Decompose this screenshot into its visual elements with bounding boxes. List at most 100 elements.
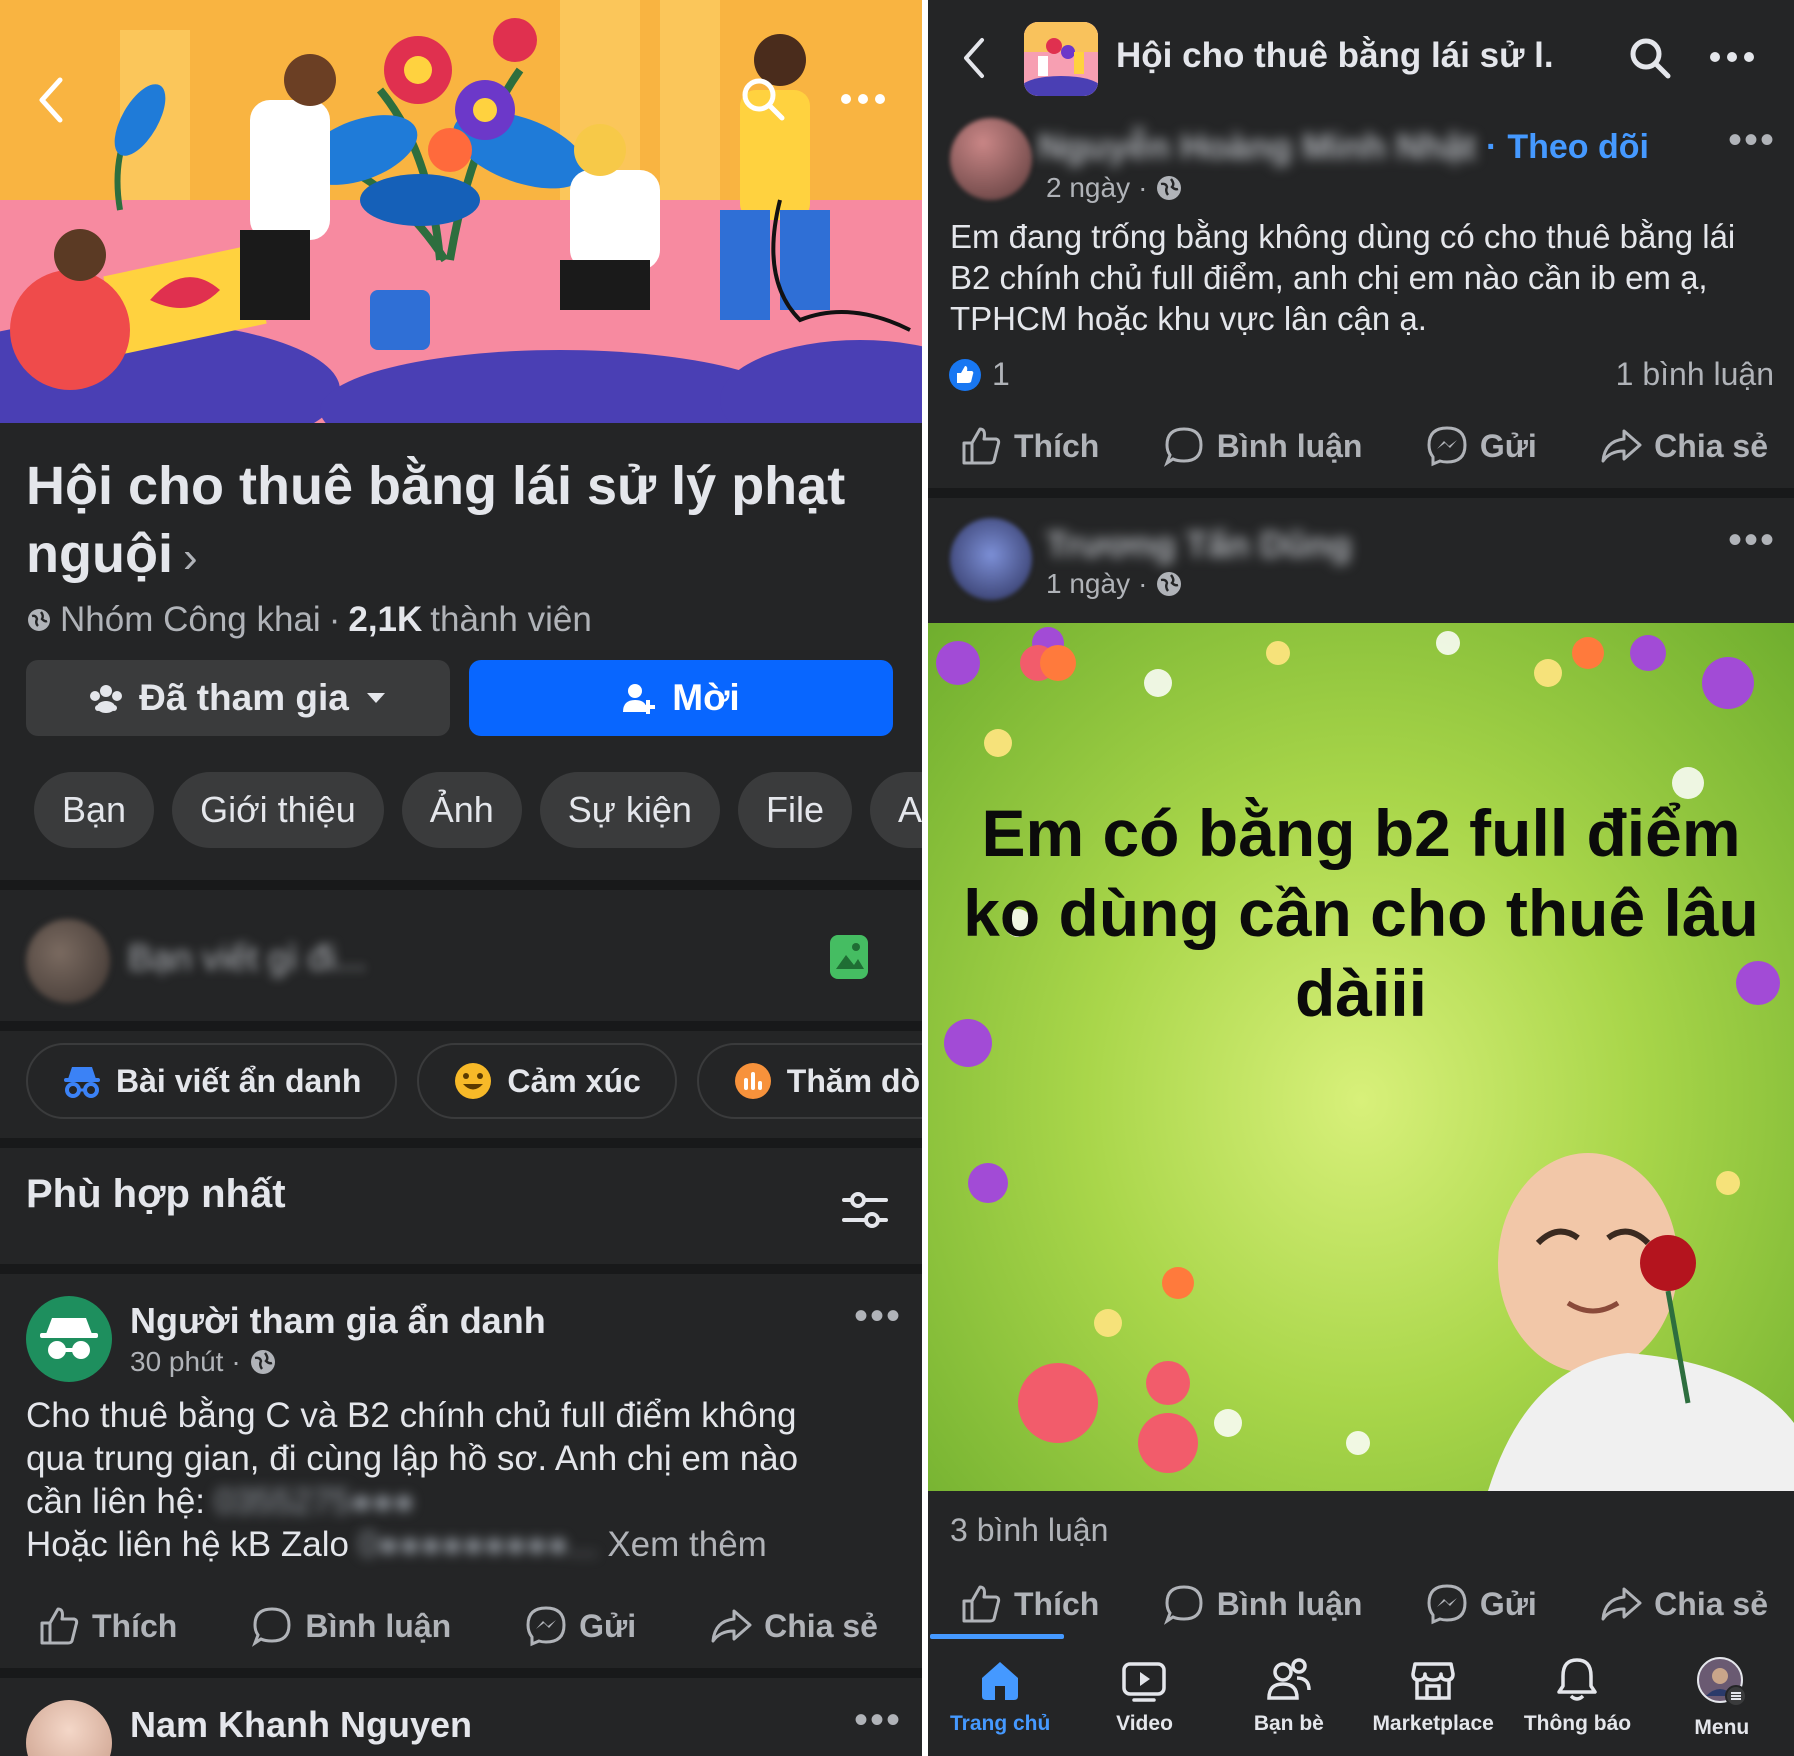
share-icon	[1600, 425, 1642, 467]
share-icon	[1600, 1583, 1642, 1625]
joined-button[interactable]: Đã tham gia	[26, 660, 450, 736]
tab-events[interactable]: Sự kiện	[539, 772, 720, 848]
group-thumbnail[interactable]	[1024, 22, 1098, 96]
nav-marketplace[interactable]: Marketplace	[1361, 1638, 1505, 1756]
like-count: 1	[992, 356, 1010, 392]
messenger-icon	[1426, 1583, 1468, 1625]
anonymous-post-button[interactable]: Bài viết ẩn danh	[26, 1043, 398, 1119]
thumbs-up-icon	[960, 1583, 1002, 1625]
post-more-icon[interactable]: •••	[854, 1296, 902, 1336]
post-author[interactable]: Nam Khanh Nguyen	[130, 1704, 472, 1746]
post-composer[interactable]: Bạn viết gì đi...	[0, 893, 922, 1021]
more-options-icon[interactable]	[838, 84, 888, 114]
nav-label: Marketplace	[1372, 1712, 1494, 1735]
send-label: Gửi	[1479, 427, 1537, 464]
messenger-icon	[1426, 425, 1468, 467]
messenger-icon	[525, 1605, 567, 1647]
avatar[interactable]	[950, 118, 1032, 200]
post-timestamp: 1 ngày ·	[1046, 568, 1183, 600]
invite-button[interactable]: Mời	[469, 660, 893, 736]
post-author[interactable]: Người tham gia ẩn danh	[130, 1300, 546, 1342]
comment-button[interactable]: Bình luận	[1163, 1583, 1362, 1625]
search-icon[interactable]	[738, 74, 788, 124]
back-icon[interactable]	[30, 72, 74, 128]
invite-label: Mời	[672, 677, 740, 718]
poll-button[interactable]: Thăm dò ý	[696, 1043, 922, 1119]
send-button[interactable]: Gửi	[1426, 1583, 1537, 1625]
share-label: Chia sẻ	[1654, 1585, 1768, 1622]
nav-label: Trang chủ	[949, 1712, 1051, 1735]
send-button[interactable]: Gửi	[1426, 425, 1537, 467]
marketplace-icon	[1409, 1656, 1457, 1704]
filter-sliders-icon[interactable]	[842, 1190, 888, 1230]
share-button[interactable]: Chia sẻ	[1600, 1583, 1768, 1625]
section-divider	[0, 880, 922, 890]
nav-home[interactable]: Trang chủ	[928, 1638, 1072, 1756]
nav-menu[interactable]: Menu	[1650, 1638, 1794, 1756]
send-button[interactable]: Gửi	[525, 1605, 636, 1647]
thumbs-up-icon	[960, 425, 1002, 467]
share-icon	[710, 1605, 752, 1647]
post-line: Hoặc liên hệ kB Zalo 0●●●●●●●●●... Xem t…	[26, 1525, 767, 1564]
post-time: 2 ngày	[1046, 172, 1131, 203]
post-author[interactable]: Nguyễn Hoàng Minh Nhật	[1038, 126, 1476, 168]
like-button[interactable]: Thích	[960, 425, 1099, 467]
comment-button[interactable]: Bình luận	[1163, 425, 1362, 467]
post-more-icon[interactable]: •••	[1728, 520, 1776, 560]
tab-about[interactable]: Giới thiệu	[172, 772, 384, 848]
comment-button[interactable]: Bình luận	[251, 1605, 451, 1647]
follow-link[interactable]: Theo dõi	[1507, 128, 1649, 167]
redacted-zalo: 0●●●●●●●●●...	[358, 1525, 598, 1564]
more-options-icon[interactable]	[1708, 50, 1756, 64]
smiley-icon	[453, 1061, 493, 1101]
comment-count[interactable]: 3 bình luận	[950, 1512, 1108, 1549]
top-bar: Hội cho thuê bằng lái sử l...	[928, 0, 1794, 120]
tab-photos[interactable]: Ảnh	[401, 772, 522, 848]
post-timestamp: 2 ngày ·	[1046, 172, 1183, 204]
feeling-button[interactable]: Cảm xúc	[417, 1043, 677, 1119]
search-icon[interactable]	[1628, 36, 1672, 80]
back-icon[interactable]	[958, 36, 990, 80]
section-divider	[0, 1138, 922, 1148]
section-divider	[0, 1668, 922, 1678]
share-button[interactable]: Chia sẻ	[710, 1605, 878, 1647]
tab-albums[interactable]: Al	[869, 772, 922, 848]
reaction-summary[interactable]: 1	[948, 356, 1010, 393]
anonymous-avatar[interactable]	[26, 1296, 112, 1382]
like-label: Thích	[92, 1607, 178, 1644]
like-reaction-icon	[948, 358, 982, 392]
post-author[interactable]: Trương Tấn Dũng	[1046, 524, 1352, 566]
nav-video[interactable]: Video	[1072, 1638, 1216, 1756]
globe-icon	[249, 1348, 277, 1376]
post-body: Em đang trống bằng không dùng có cho thu…	[950, 218, 1736, 337]
avatar[interactable]	[950, 518, 1032, 600]
tab-files[interactable]: File	[737, 772, 852, 848]
group-title[interactable]: Hội cho thuê bằng lái sử lý phạt nguội ›	[26, 452, 906, 592]
tab-friends[interactable]: Bạn	[34, 772, 155, 848]
share-button[interactable]: Chia sẻ	[1600, 425, 1768, 467]
post-image[interactable]: Em có bằng b2 full điểm ko dùng cần cho …	[928, 623, 1794, 1491]
see-more-link[interactable]: Xem thêm	[607, 1525, 767, 1564]
photo-icon[interactable]	[826, 929, 872, 983]
group-page-panel: Hội cho thuê bằng lái sử lý phạt nguội › …	[0, 0, 922, 1756]
member-label: thành viên	[430, 600, 592, 639]
like-button[interactable]: Thích	[960, 1583, 1099, 1625]
time-separator: ·	[1138, 172, 1148, 203]
like-button[interactable]: Thích	[38, 1605, 177, 1647]
post-more-icon[interactable]: •••	[854, 1700, 902, 1740]
chevron-right-icon: ›	[182, 533, 198, 582]
nav-label: Menu	[1694, 1716, 1750, 1739]
follow-separator: ·	[1485, 127, 1498, 166]
redacted-phone: 0355275●●●	[214, 1482, 415, 1521]
nav-friends[interactable]: Bạn bè	[1217, 1638, 1361, 1756]
group-title[interactable]: Hội cho thuê bằng lái sử l...	[1116, 36, 1556, 76]
feeling-label: Cảm xúc	[507, 1062, 641, 1099]
bottom-navigation: Trang chủ Video Bạn bè Marketplace Thông…	[928, 1638, 1794, 1756]
post-more-icon[interactable]: •••	[1728, 120, 1776, 160]
time-separator: ·	[1138, 568, 1148, 599]
avatar[interactable]	[26, 1700, 112, 1756]
post-body: Cho thuê bằng C và B2 chính chủ full điể…	[26, 1394, 906, 1566]
comment-count[interactable]: 1 bình luận	[1616, 356, 1774, 393]
bell-icon	[1553, 1656, 1601, 1704]
nav-notifications[interactable]: Thông báo	[1505, 1638, 1649, 1756]
